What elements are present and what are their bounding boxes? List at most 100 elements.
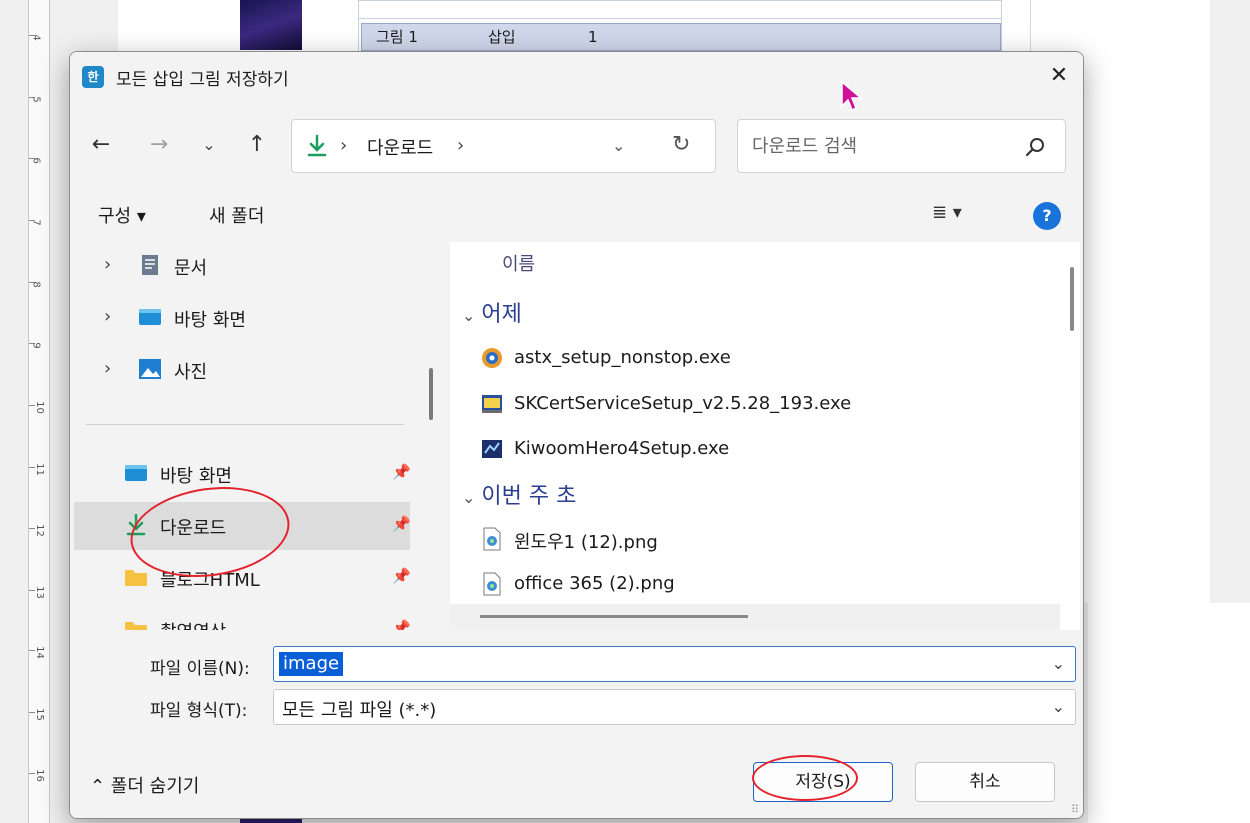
- document-icon: [142, 255, 158, 275]
- chevron-down-icon: ⌄: [462, 488, 476, 507]
- file-list: 이름 ⌄ 어제 astx_setup_nonstop.exe SKCertServ…: [450, 242, 1080, 630]
- chevron-right-icon[interactable]: ›: [104, 358, 111, 379]
- chevron-down-icon[interactable]: ⌄: [612, 136, 625, 155]
- horizontal-scroll-thumb[interactable]: [480, 615, 748, 618]
- installer-icon: [482, 440, 502, 458]
- breadcrumb-separator[interactable]: ›: [340, 135, 347, 156]
- chevron-down-icon[interactable]: ⌄: [1052, 697, 1065, 716]
- folder-icon: [125, 570, 147, 586]
- filetype-value: 모든 그림 파일 (*.*): [282, 700, 437, 721]
- sidebar-item-desktop[interactable]: › 바탕 화면: [70, 294, 410, 342]
- dialog-footer: ⌃ 폴더 숨기기 저장(S) 취소 ⠿: [70, 742, 1083, 818]
- ruler-number: 16: [33, 769, 45, 782]
- new-folder-button[interactable]: 새 폴더: [209, 202, 264, 228]
- navigation-pane: › 문서 › 바탕 화면 › 사진 바탕 화면 📌 다운로드 📌 블로그HTML: [70, 242, 440, 630]
- save-form: 파일 이름(N): image ⌄ 파일 형식(T): 모든 그림 파일 (*.…: [70, 630, 1083, 725]
- ruler-number: 15: [33, 708, 45, 721]
- column-header-name[interactable]: 이름: [502, 250, 535, 276]
- list-item[interactable]: SKCertServiceSetup_v2.5.28_193.exe: [480, 387, 1040, 421]
- pin-icon: 📌: [392, 463, 411, 481]
- filename-value[interactable]: image: [279, 652, 344, 676]
- folder-icon: [125, 622, 147, 630]
- list-item[interactable]: office 365 (2).png: [480, 567, 1040, 601]
- ruler-number: 12: [33, 524, 45, 537]
- scrollbar[interactable]: [429, 368, 433, 420]
- image-file-icon: [483, 527, 501, 551]
- search-box[interactable]: [737, 119, 1066, 173]
- hide-folders-button[interactable]: ⌃ 폴더 숨기기: [90, 772, 199, 798]
- sidebar-item-blog-html[interactable]: 블로그HTML 📌: [70, 554, 411, 602]
- refresh-icon[interactable]: ↻: [672, 132, 690, 157]
- download-icon: [126, 514, 146, 536]
- save-button[interactable]: 저장(S): [753, 762, 893, 802]
- ruler-number: 5: [30, 96, 42, 103]
- recent-locations-button[interactable]: ⌄: [194, 130, 224, 160]
- ruler-number: 7: [30, 219, 42, 226]
- image-list-table: 그림 1 삽입 1: [358, 0, 1002, 52]
- save-dialog: 한 모든 삽입 그림 저장하기 ✕ ← → ⌄ ↑ › 다운로드 › ⌄ ↻ 다…: [69, 51, 1084, 819]
- ruler-number: 13: [33, 586, 45, 599]
- dialog-title: 모든 삽입 그림 저장하기: [116, 70, 289, 90]
- sidebar-item-pictures[interactable]: › 사진: [70, 346, 410, 394]
- desktop-icon: [139, 309, 161, 325]
- group-header-yesterday[interactable]: ⌄ 어제: [462, 296, 522, 328]
- forward-button[interactable]: →: [144, 130, 174, 160]
- sidebar-item-desktop-pinned[interactable]: 바탕 화면 📌: [70, 450, 411, 498]
- desktop-icon: [125, 465, 147, 481]
- cancel-button[interactable]: 취소: [915, 762, 1055, 802]
- download-icon: [307, 134, 327, 157]
- installer-icon: [482, 395, 502, 413]
- list-item[interactable]: astx_setup_nonstop.exe: [480, 341, 1040, 375]
- installer-icon: [482, 348, 502, 368]
- mouse-cursor-icon: [841, 80, 864, 112]
- breadcrumb-downloads[interactable]: 다운로드: [367, 134, 433, 160]
- ruler-number: 11: [33, 463, 45, 476]
- ruler-number: 6: [30, 157, 42, 164]
- ruler-number: 14: [33, 646, 45, 659]
- sidebar-item-videos[interactable]: 촬영영상 📌: [70, 606, 411, 630]
- view-options-button[interactable]: ≣ ▾: [932, 202, 962, 223]
- address-bar[interactable]: › 다운로드 › ⌄ ↻: [291, 119, 716, 173]
- filetype-label: 파일 형식(T):: [150, 701, 248, 721]
- vertical-scroll-thumb[interactable]: [1070, 267, 1074, 331]
- chevron-right-icon[interactable]: ›: [104, 306, 111, 327]
- search-icon[interactable]: [1023, 135, 1047, 159]
- chevron-right-icon[interactable]: ›: [104, 254, 111, 275]
- document-image: [240, 0, 302, 50]
- back-button[interactable]: ←: [86, 130, 116, 160]
- ruler-number: 9: [30, 342, 42, 349]
- filetype-select[interactable]: 모든 그림 파일 (*.*) ⌄: [273, 689, 1076, 725]
- sidebar-item-documents[interactable]: › 문서: [70, 242, 410, 290]
- search-input[interactable]: [752, 132, 1002, 160]
- group-header-earlier-this-week[interactable]: ⌄ 이번 주 초: [462, 478, 576, 510]
- chevron-down-icon: ⌄: [462, 306, 476, 325]
- close-button[interactable]: ✕: [1035, 52, 1083, 100]
- navigation-row: ← → ⌄ ↑ › 다운로드 › ⌄ ↻: [70, 112, 1083, 176]
- app-background-area: [1088, 603, 1250, 823]
- resize-grip-icon[interactable]: ⠿: [1071, 803, 1079, 816]
- ruler-number: 10: [33, 401, 45, 414]
- table-row[interactable]: 그림 1 삽입 1: [361, 23, 1001, 51]
- up-button[interactable]: ↑: [242, 130, 272, 160]
- command-bar: 구성 ▾ 새 폴더 ≣ ▾ ?: [70, 192, 1083, 240]
- pin-icon: 📌: [392, 619, 411, 630]
- help-icon[interactable]: ?: [1033, 202, 1061, 230]
- filename-label: 파일 이름(N):: [150, 659, 250, 679]
- divider: [86, 424, 404, 425]
- pin-icon: 📌: [392, 567, 411, 585]
- list-item[interactable]: KiwoomHero4Setup.exe: [480, 432, 1040, 466]
- sidebar-item-downloads[interactable]: 다운로드 📌: [74, 502, 411, 550]
- breadcrumb-separator[interactable]: ›: [457, 135, 464, 156]
- ruler-number: 4: [30, 34, 42, 41]
- list-item[interactable]: 윈도우1 (12).png: [480, 522, 1040, 556]
- image-file-icon: [483, 572, 501, 596]
- ruler-number: 8: [30, 281, 42, 288]
- hwp-app-icon: 한: [82, 66, 104, 88]
- filename-field[interactable]: image ⌄: [273, 646, 1076, 682]
- chevron-down-icon[interactable]: ⌄: [1052, 654, 1065, 673]
- title-bar: 한 모든 삽입 그림 저장하기 ✕: [70, 52, 1083, 100]
- vertical-ruler: 4 5 6 7 8 9 10 11 12 13 14 15 16: [28, 0, 50, 823]
- organize-button[interactable]: 구성 ▾: [98, 202, 146, 228]
- pictures-icon: [139, 359, 161, 379]
- pin-icon: 📌: [392, 515, 411, 533]
